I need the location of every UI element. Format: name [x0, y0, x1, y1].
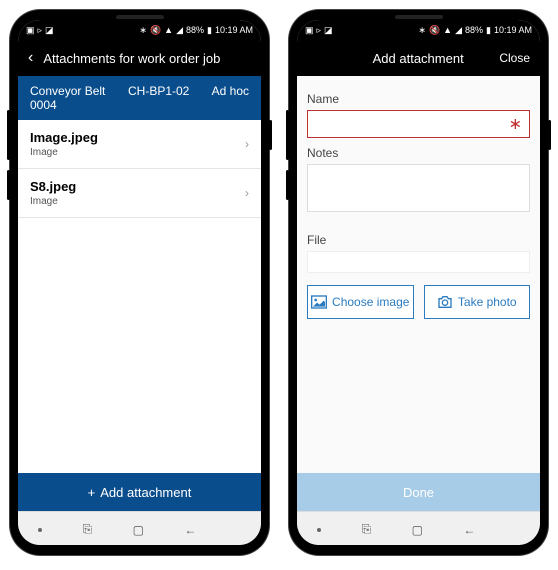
app-indicator-icon: ▹: [317, 26, 322, 35]
back-button[interactable]: ←: [463, 523, 475, 537]
battery-icon: ▮: [486, 26, 491, 35]
notes-label: Notes: [307, 146, 530, 160]
home-button[interactable]: ▢: [133, 523, 144, 537]
notes-field[interactable]: [307, 164, 530, 212]
nav-dot-icon: [38, 528, 42, 532]
app-bar: Add attachment Close: [297, 40, 540, 76]
mute-icon: 🔇: [429, 26, 440, 35]
clock: 10:19 AM: [494, 25, 532, 35]
signal-icon: ◢: [455, 26, 462, 35]
phone-right: ▣ ▹ ◪ ∗ 🔇 ▲ ◢ 88% ▮ 10:19 AM Add attachm…: [289, 10, 548, 555]
take-photo-label: Take photo: [458, 295, 517, 309]
bluetooth-icon: ∗: [418, 26, 426, 35]
choose-image-label: Choose image: [332, 295, 409, 309]
attachment-form: Name ∗ Notes File Choose image Take phot…: [297, 76, 540, 473]
plus-icon: +: [88, 485, 96, 500]
nav-dot-icon: [317, 528, 321, 532]
order-type: Ad hoc: [212, 84, 249, 98]
image-icon: [311, 295, 327, 309]
file-field[interactable]: [307, 251, 530, 273]
wifi-icon: ▲: [164, 26, 173, 35]
asset-code: CH-BP1-02: [128, 84, 204, 98]
done-label: Done: [403, 485, 434, 500]
signal-icon: ◢: [176, 26, 183, 35]
choose-image-button[interactable]: Choose image: [307, 285, 414, 319]
android-status-bar: ▣ ▹ ◪ ∗ 🔇 ▲ ◢ 88% ▮ 10:19 AM: [297, 20, 540, 40]
app-indicator-icon: ◪: [45, 26, 54, 35]
list-item[interactable]: Image.jpeg Image ›: [18, 120, 261, 169]
page-title: Add attachment: [337, 51, 499, 66]
camera-icon: [437, 295, 453, 309]
attachment-type: Image: [30, 147, 245, 158]
android-status-bar: ▣ ▹ ◪ ∗ 🔇 ▲ ◢ 88% ▮ 10:19 AM: [18, 20, 261, 40]
phone-left: ▣ ▹ ◪ ∗ 🔇 ▲ ◢ 88% ▮ 10:19 AM ‹ Attachmen…: [10, 10, 269, 555]
done-button[interactable]: Done: [297, 473, 540, 511]
required-icon: ∗: [509, 114, 522, 134]
back-icon[interactable]: ‹: [28, 49, 33, 67]
battery-icon: ▮: [207, 26, 212, 35]
recent-apps-button[interactable]: ⎘: [362, 522, 372, 537]
attachment-list: Image.jpeg Image › S8.jpeg Image ›: [18, 120, 261, 473]
battery-pct: 88%: [186, 25, 204, 35]
name-field[interactable]: [307, 110, 530, 138]
name-label: Name: [307, 92, 530, 106]
android-nav-bar: ⎘ ▢ ←: [18, 511, 261, 545]
asset-name: Conveyor Belt 0004: [30, 84, 120, 112]
home-button[interactable]: ▢: [412, 523, 423, 537]
close-button[interactable]: Close: [499, 51, 530, 65]
app-indicator-icon: ◪: [324, 26, 333, 35]
add-attachment-label: Add attachment: [100, 485, 191, 500]
app-indicator-icon: ▣: [305, 26, 314, 35]
list-item[interactable]: S8.jpeg Image ›: [18, 169, 261, 218]
take-photo-button[interactable]: Take photo: [424, 285, 531, 319]
file-label: File: [307, 233, 530, 247]
attachment-name: S8.jpeg: [30, 179, 245, 194]
attachment-name: Image.jpeg: [30, 130, 245, 145]
attachment-type: Image: [30, 196, 245, 207]
add-attachment-button[interactable]: + Add attachment: [18, 473, 261, 511]
app-indicator-icon: ▹: [38, 26, 43, 35]
work-order-subheader: Conveyor Belt 0004 CH-BP1-02 Ad hoc: [18, 76, 261, 120]
page-title: Attachments for work order job: [43, 51, 251, 66]
recent-apps-button[interactable]: ⎘: [83, 522, 93, 537]
chevron-right-icon: ›: [245, 137, 249, 151]
app-bar: ‹ Attachments for work order job: [18, 40, 261, 76]
android-nav-bar: ⎘ ▢ ←: [297, 511, 540, 545]
mute-icon: 🔇: [150, 26, 161, 35]
back-button[interactable]: ←: [184, 523, 196, 537]
chevron-right-icon: ›: [245, 186, 249, 200]
app-indicator-icon: ▣: [26, 26, 35, 35]
bluetooth-icon: ∗: [139, 26, 147, 35]
battery-pct: 88%: [465, 25, 483, 35]
clock: 10:19 AM: [215, 25, 253, 35]
wifi-icon: ▲: [443, 26, 452, 35]
